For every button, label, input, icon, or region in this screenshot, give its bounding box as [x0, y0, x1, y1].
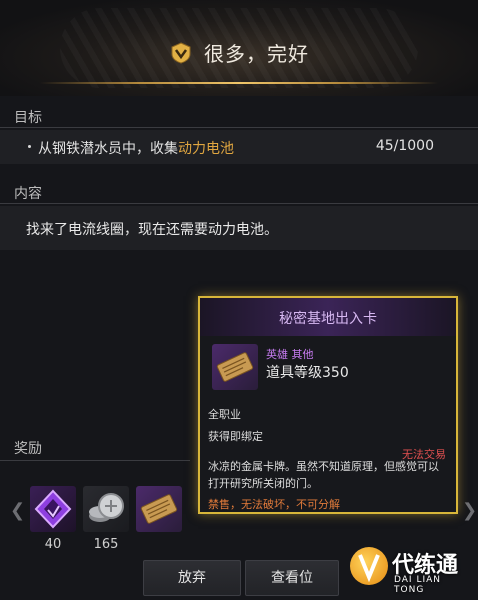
content-box: 找来了电流线圈，现在还需要动力电池。	[0, 206, 478, 250]
quest-title: 很多，完好	[0, 38, 478, 67]
gold-card-icon	[216, 352, 254, 382]
purple-crystal-icon	[34, 489, 72, 529]
tooltip-item-name: 秘密基地出入卡	[279, 311, 377, 327]
quest-header-banner: 很多，完好	[0, 0, 478, 96]
tooltip-bind: 获得即绑定	[208, 430, 263, 443]
bullet-dot	[28, 145, 31, 148]
reward-slot-2[interactable]	[83, 486, 129, 532]
silver-coins-icon	[89, 493, 124, 522]
objective-item-highlight: 动力电池	[178, 141, 234, 157]
rewards-heading: 奖励	[14, 441, 42, 457]
reward-slot-3[interactable]	[136, 486, 182, 532]
divider	[0, 460, 190, 461]
objective-text: 从钢铁潜水员中，收集动力电池	[38, 138, 234, 158]
header-gold-line	[40, 82, 438, 84]
tooltip-item-icon-frame	[212, 344, 258, 390]
item-tooltip: 秘密基地出入卡 英雄 其他 道具等级350 全职业 获得即绑定 无法交易 冰凉的…	[198, 296, 458, 514]
tooltip-header: 秘密基地出入卡	[200, 298, 456, 336]
content-heading: 内容	[14, 186, 42, 202]
logo-mark-icon	[350, 547, 388, 585]
objective-row: 从钢铁潜水员中，收集动力电池 45/1000	[0, 130, 478, 164]
abandon-button[interactable]: 放弃	[143, 560, 241, 596]
tooltip-description: 冰凉的金属卡牌。虽然不知道原理，但感觉可以打开研究所关闭的门。	[208, 460, 439, 490]
scroll-left-arrow-icon[interactable]: ❮	[10, 500, 25, 521]
scroll-right-arrow-icon[interactable]: ❯	[462, 500, 477, 521]
tooltip-rarity: 英雄 其他	[266, 348, 314, 361]
content-text: 找来了电流线圈，现在还需要动力电池。	[26, 222, 278, 238]
quest-emblem-icon	[169, 41, 193, 65]
divider	[0, 127, 478, 128]
reward-slot-1[interactable]	[30, 486, 76, 532]
tooltip-item-level: 道具等级350	[266, 365, 349, 381]
reward-count-2: 165	[93, 537, 119, 552]
objective-progress: 45/1000	[375, 138, 434, 154]
gold-card-icon	[140, 494, 178, 524]
reward-count-1: 40	[44, 537, 62, 552]
watermark-logo: 代练通 DAI LIAN TONG	[350, 545, 474, 597]
tooltip-class: 全职业	[208, 408, 241, 421]
objective-heading: 目标	[14, 110, 42, 126]
quest-title-text: 很多，完好	[204, 42, 310, 66]
watermark-text-en: DAI LIAN TONG	[394, 575, 442, 595]
divider	[0, 203, 478, 204]
view-location-button[interactable]: 查看位	[245, 560, 339, 596]
objective-text-prefix: 从钢铁潜水员中，收集	[38, 141, 178, 157]
tooltip-warning: 禁售，无法破坏，不可分解	[208, 498, 340, 511]
